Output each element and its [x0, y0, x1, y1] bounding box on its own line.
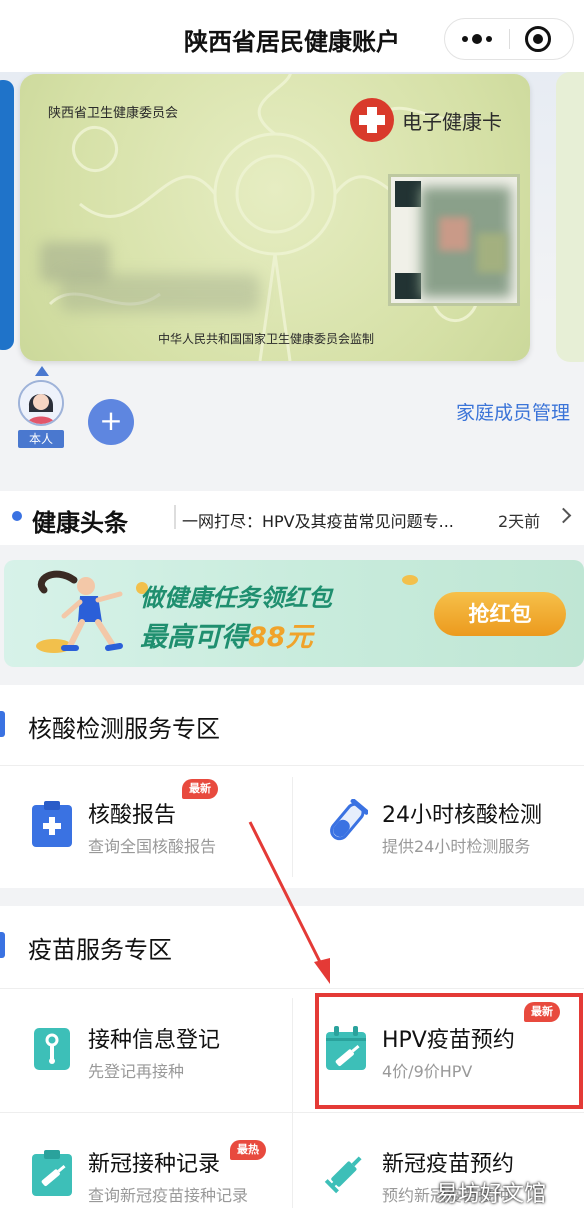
service-covid-vaccination-record[interactable]: 新冠接种记录 最热 查询新冠疫苗接种记录	[0, 1116, 290, 1222]
column-divider	[292, 777, 293, 877]
close-mini-program-button[interactable]	[525, 26, 551, 52]
more-dot-icon	[462, 36, 468, 42]
health-headline-bar[interactable]: 健康头条 一网打尽：HPV及其疫苗常见问题专... 2天前	[0, 491, 584, 545]
service-nucleic-report[interactable]: 核酸报告 最新 查询全国核酸报告	[0, 767, 290, 877]
service-name: 新冠疫苗预约	[382, 1152, 515, 1177]
service-name: 24小时核酸检测	[382, 803, 542, 828]
avatar[interactable]	[18, 380, 64, 426]
service-name: 核酸报告	[88, 803, 177, 828]
self-label: 本人	[18, 430, 64, 448]
clipboard-syringe-icon	[32, 1150, 72, 1196]
red-packet-banner[interactable]: 做健康任务领红包 最高可得88元 抢红包	[4, 560, 584, 667]
red-cross-icon	[350, 98, 394, 142]
clipboard-plus-icon	[32, 801, 72, 847]
column-divider	[292, 998, 293, 1208]
watermark: 易坊好文馆	[436, 1182, 547, 1207]
selected-indicator-icon	[35, 366, 49, 376]
qr-blur	[439, 217, 469, 251]
section-accent	[0, 932, 5, 958]
syringe-icon	[324, 1156, 362, 1194]
mini-program-capsule	[444, 18, 574, 60]
blurred-id-number	[60, 274, 260, 312]
test-tube-icon	[330, 799, 368, 841]
chevron-right-icon[interactable]	[555, 507, 572, 524]
headline-title: 健康头条	[32, 509, 128, 537]
next-card-peek[interactable]	[556, 72, 584, 362]
qr-blur	[477, 233, 507, 273]
add-member-button[interactable]: +	[88, 399, 134, 445]
female-avatar-icon	[20, 382, 62, 424]
section-accent	[0, 711, 5, 737]
qr-finder-icon	[395, 181, 421, 207]
service-desc: 提供24小时检测服务	[382, 837, 531, 856]
more-options-button[interactable]	[445, 19, 509, 59]
service-desc: 查询新冠疫苗接种记录	[88, 1186, 249, 1205]
new-badge: 最新	[182, 779, 218, 799]
banner-line-2-prefix: 最高可得	[140, 622, 248, 653]
service-vaccination-registration[interactable]: 接种信息登记 先登记再接种	[0, 992, 290, 1102]
hot-badge: 最热	[230, 1140, 266, 1160]
capsule-divider	[509, 29, 510, 49]
highlight-box	[315, 993, 583, 1109]
section-title: 核酸检测服务专区	[28, 715, 220, 743]
headline-divider	[174, 505, 176, 529]
registration-tag-icon	[34, 1028, 70, 1070]
card-type-label: 电子健康卡	[402, 109, 502, 134]
nucleic-test-section: 核酸检测服务专区 核酸报告 最新 查询全国核酸报告 24小时核酸检测 提供24小…	[0, 685, 584, 888]
card-issuer: 陕西省卫生健康委员会	[48, 106, 179, 121]
headline-time: 2天前	[498, 512, 541, 531]
service-desc: 先登记再接种	[88, 1062, 185, 1081]
section-divider	[0, 988, 584, 989]
banner-amount: 88元	[248, 622, 313, 653]
coin-icon	[402, 575, 418, 585]
headline-dot-icon	[12, 511, 22, 521]
service-desc: 查询全国核酸报告	[88, 837, 217, 856]
card-supervision-text: 中华人民共和国国家卫生健康委员会监制	[158, 332, 375, 346]
family-management-link[interactable]: 家庭成员管理	[456, 398, 570, 425]
banner-line-2: 最高可得88元	[140, 615, 313, 654]
card-type: 电子健康卡	[350, 98, 502, 142]
qr-code[interactable]	[388, 174, 520, 306]
more-dot-icon	[486, 36, 492, 42]
section-divider	[0, 765, 584, 766]
banner-line-1: 做健康任务领红包	[140, 584, 332, 612]
qr-finder-icon	[395, 273, 421, 299]
running-woman-illustration-icon	[36, 570, 148, 653]
more-dot-icon	[472, 34, 482, 44]
electronic-health-card[interactable]: 陕西省卫生健康委员会 电子健康卡 中华人民共和国国家卫生健康委员会监制	[20, 74, 530, 361]
service-name: 接种信息登记	[88, 1028, 221, 1053]
grab-red-packet-button[interactable]: 抢红包	[434, 592, 566, 636]
title-bar: 陕西省居民健康账户	[0, 0, 584, 72]
section-title: 疫苗服务专区	[28, 936, 172, 964]
service-24h-nucleic-test[interactable]: 24小时核酸检测 提供24小时检测服务	[294, 767, 584, 877]
service-name: 新冠接种记录	[88, 1152, 221, 1177]
headline-news-text[interactable]: 一网打尽：HPV及其疫苗常见问题专...	[182, 508, 487, 532]
previous-card-peek[interactable]	[0, 80, 14, 350]
